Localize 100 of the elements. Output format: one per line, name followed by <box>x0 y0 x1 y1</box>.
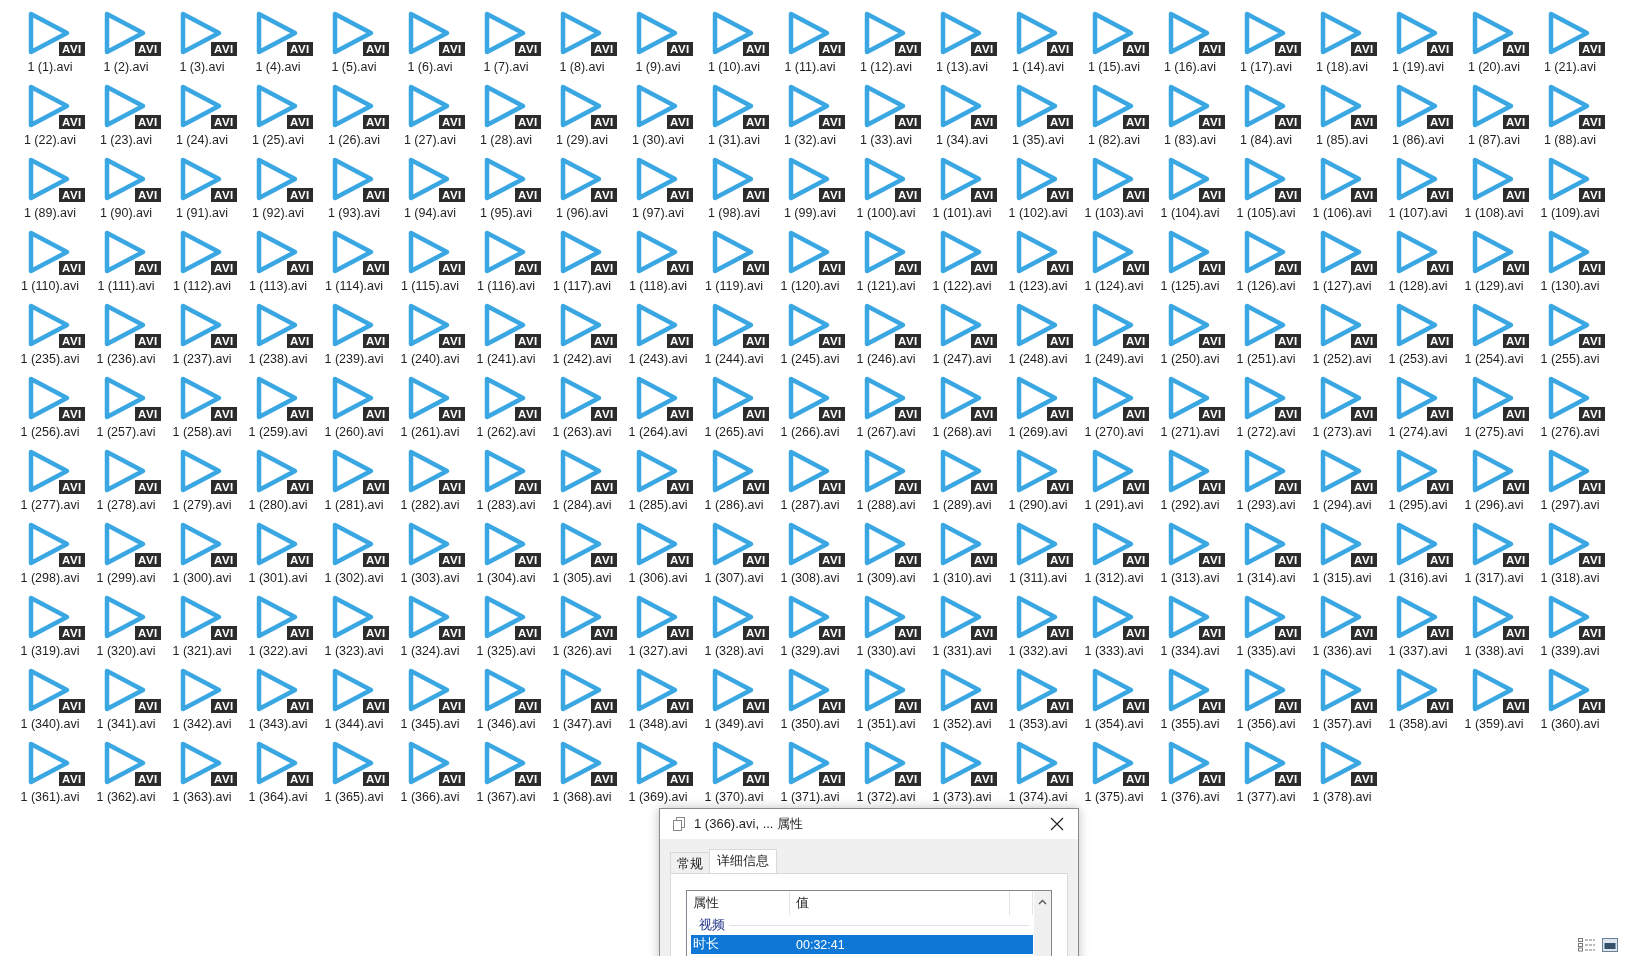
file-name[interactable]: 1 (363).avi <box>172 790 232 805</box>
file-name[interactable]: 1 (272).avi <box>1236 425 1296 440</box>
file-name[interactable]: 1 (6).avi <box>407 60 453 75</box>
file-name[interactable]: 1 (356).avi <box>1236 717 1296 732</box>
file-name[interactable]: 1 (10).avi <box>707 60 761 75</box>
file-name[interactable]: 1 (271).avi <box>1160 425 1220 440</box>
file-name[interactable]: 1 (315).avi <box>1312 571 1372 586</box>
file-name[interactable]: 1 (319).avi <box>20 644 80 659</box>
file-name[interactable]: 1 (115).avi <box>400 279 460 294</box>
file-name[interactable]: 1 (301).avi <box>248 571 308 586</box>
file-name[interactable]: 1 (18).avi <box>1315 60 1369 75</box>
file-name[interactable]: 1 (125).avi <box>1160 279 1220 294</box>
file-name[interactable]: 1 (28).avi <box>479 133 533 148</box>
file-name[interactable]: 1 (259).avi <box>248 425 308 440</box>
file-name[interactable]: 1 (332).avi <box>1008 644 1068 659</box>
file-name[interactable]: 1 (85).avi <box>1315 133 1369 148</box>
file-name[interactable]: 1 (252).avi <box>1312 352 1372 367</box>
file-name[interactable]: 1 (32).avi <box>783 133 837 148</box>
file-name[interactable]: 1 (348).avi <box>628 717 688 732</box>
file-name[interactable]: 1 (280).avi <box>248 498 308 513</box>
file-name[interactable]: 1 (289).avi <box>932 498 992 513</box>
file-name[interactable]: 1 (238).avi <box>248 352 308 367</box>
file-name[interactable]: 1 (100).avi <box>856 206 916 221</box>
file-name[interactable]: 1 (97).avi <box>631 206 685 221</box>
file-name[interactable]: 1 (249).avi <box>1084 352 1144 367</box>
file-name[interactable]: 1 (117).avi <box>552 279 612 294</box>
file-name[interactable]: 1 (275).avi <box>1464 425 1524 440</box>
file-name[interactable]: 1 (376).avi <box>1160 790 1220 805</box>
file-name[interactable]: 1 (89).avi <box>23 206 77 221</box>
file-name[interactable]: 1 (244).avi <box>704 352 764 367</box>
file-name[interactable]: 1 (130).avi <box>1540 279 1600 294</box>
file-name[interactable]: 1 (300).avi <box>172 571 232 586</box>
file-name[interactable]: 1 (83).avi <box>1163 133 1217 148</box>
file-name[interactable]: 1 (11).avi <box>784 60 836 75</box>
file-name[interactable]: 1 (243).avi <box>628 352 688 367</box>
file-name[interactable]: 1 (260).avi <box>324 425 384 440</box>
file-name[interactable]: 1 (93).avi <box>327 206 381 221</box>
file-name[interactable]: 1 (116).avi <box>476 279 536 294</box>
file-name[interactable]: 1 (124).avi <box>1084 279 1144 294</box>
file-name[interactable]: 1 (4).avi <box>255 60 301 75</box>
file-name[interactable]: 1 (8).avi <box>559 60 605 75</box>
file-name[interactable]: 1 (94).avi <box>403 206 457 221</box>
file-name[interactable]: 1 (34).avi <box>935 133 989 148</box>
details-view-icon[interactable] <box>1578 938 1596 952</box>
file-name[interactable]: 1 (317).avi <box>1464 571 1524 586</box>
file-name[interactable]: 1 (367).avi <box>476 790 536 805</box>
file-name[interactable]: 1 (293).avi <box>1236 498 1296 513</box>
file-name[interactable]: 1 (110).avi <box>20 279 80 294</box>
file-name[interactable]: 1 (247).avi <box>932 352 992 367</box>
file-name[interactable]: 1 (24).avi <box>175 133 229 148</box>
file-name[interactable]: 1 (306).avi <box>628 571 688 586</box>
file-name[interactable]: 1 (126).avi <box>1236 279 1296 294</box>
file-name[interactable]: 1 (105).avi <box>1236 206 1296 221</box>
file-name[interactable]: 1 (323).avi <box>324 644 384 659</box>
file-name[interactable]: 1 (23).avi <box>99 133 153 148</box>
file-name[interactable]: 1 (318).avi <box>1540 571 1600 586</box>
file-name[interactable]: 1 (345).avi <box>400 717 460 732</box>
file-name[interactable]: 1 (304).avi <box>476 571 536 586</box>
file-name[interactable]: 1 (250).avi <box>1160 352 1220 367</box>
file-name[interactable]: 1 (334).avi <box>1160 644 1220 659</box>
file-name[interactable]: 1 (362).avi <box>96 790 156 805</box>
file-name[interactable]: 1 (309).avi <box>856 571 916 586</box>
tab[interactable]: 详细信息 <box>709 849 777 873</box>
file-name[interactable]: 1 (270).avi <box>1084 425 1144 440</box>
file-name[interactable]: 1 (19).avi <box>1391 60 1445 75</box>
file-name[interactable]: 1 (266).avi <box>780 425 840 440</box>
file-name[interactable]: 1 (241).avi <box>476 352 536 367</box>
file-name[interactable]: 1 (268).avi <box>932 425 992 440</box>
file-name[interactable]: 1 (261).avi <box>400 425 460 440</box>
file-name[interactable]: 1 (331).avi <box>932 644 992 659</box>
file-name[interactable]: 1 (2).avi <box>103 60 149 75</box>
file-name[interactable]: 1 (15).avi <box>1087 60 1141 75</box>
file-name[interactable]: 1 (91).avi <box>175 206 229 221</box>
file-name[interactable]: 1 (122).avi <box>932 279 992 294</box>
file-name[interactable]: 1 (9).avi <box>635 60 681 75</box>
file-name[interactable]: 1 (342).avi <box>172 717 232 732</box>
file-name[interactable]: 1 (95).avi <box>479 206 533 221</box>
file-name[interactable]: 1 (361).avi <box>20 790 80 805</box>
file-name[interactable]: 1 (269).avi <box>1008 425 1068 440</box>
file-name[interactable]: 1 (277).avi <box>20 498 80 513</box>
file-name[interactable]: 1 (127).avi <box>1312 279 1372 294</box>
file-name[interactable]: 1 (254).avi <box>1464 352 1524 367</box>
file-name[interactable]: 1 (310).avi <box>932 571 992 586</box>
file-name[interactable]: 1 (30).avi <box>631 133 685 148</box>
file-name[interactable]: 1 (14).avi <box>1011 60 1065 75</box>
file-name[interactable]: 1 (279).avi <box>172 498 232 513</box>
file-name[interactable]: 1 (295).avi <box>1388 498 1448 513</box>
file-name[interactable]: 1 (281).avi <box>324 498 384 513</box>
file-name[interactable]: 1 (257).avi <box>96 425 156 440</box>
file-name[interactable]: 1 (343).avi <box>248 717 308 732</box>
file-name[interactable]: 1 (314).avi <box>1236 571 1296 586</box>
file-name[interactable]: 1 (286).avi <box>704 498 764 513</box>
file-name[interactable]: 1 (283).avi <box>476 498 536 513</box>
file-name[interactable]: 1 (294).avi <box>1312 498 1372 513</box>
file-name[interactable]: 1 (113).avi <box>248 279 308 294</box>
file-name[interactable]: 1 (120).avi <box>780 279 840 294</box>
file-name[interactable]: 1 (239).avi <box>324 352 384 367</box>
file-name[interactable]: 1 (262).avi <box>476 425 536 440</box>
file-name[interactable]: 1 (285).avi <box>628 498 688 513</box>
file-name[interactable]: 1 (358).avi <box>1388 717 1448 732</box>
